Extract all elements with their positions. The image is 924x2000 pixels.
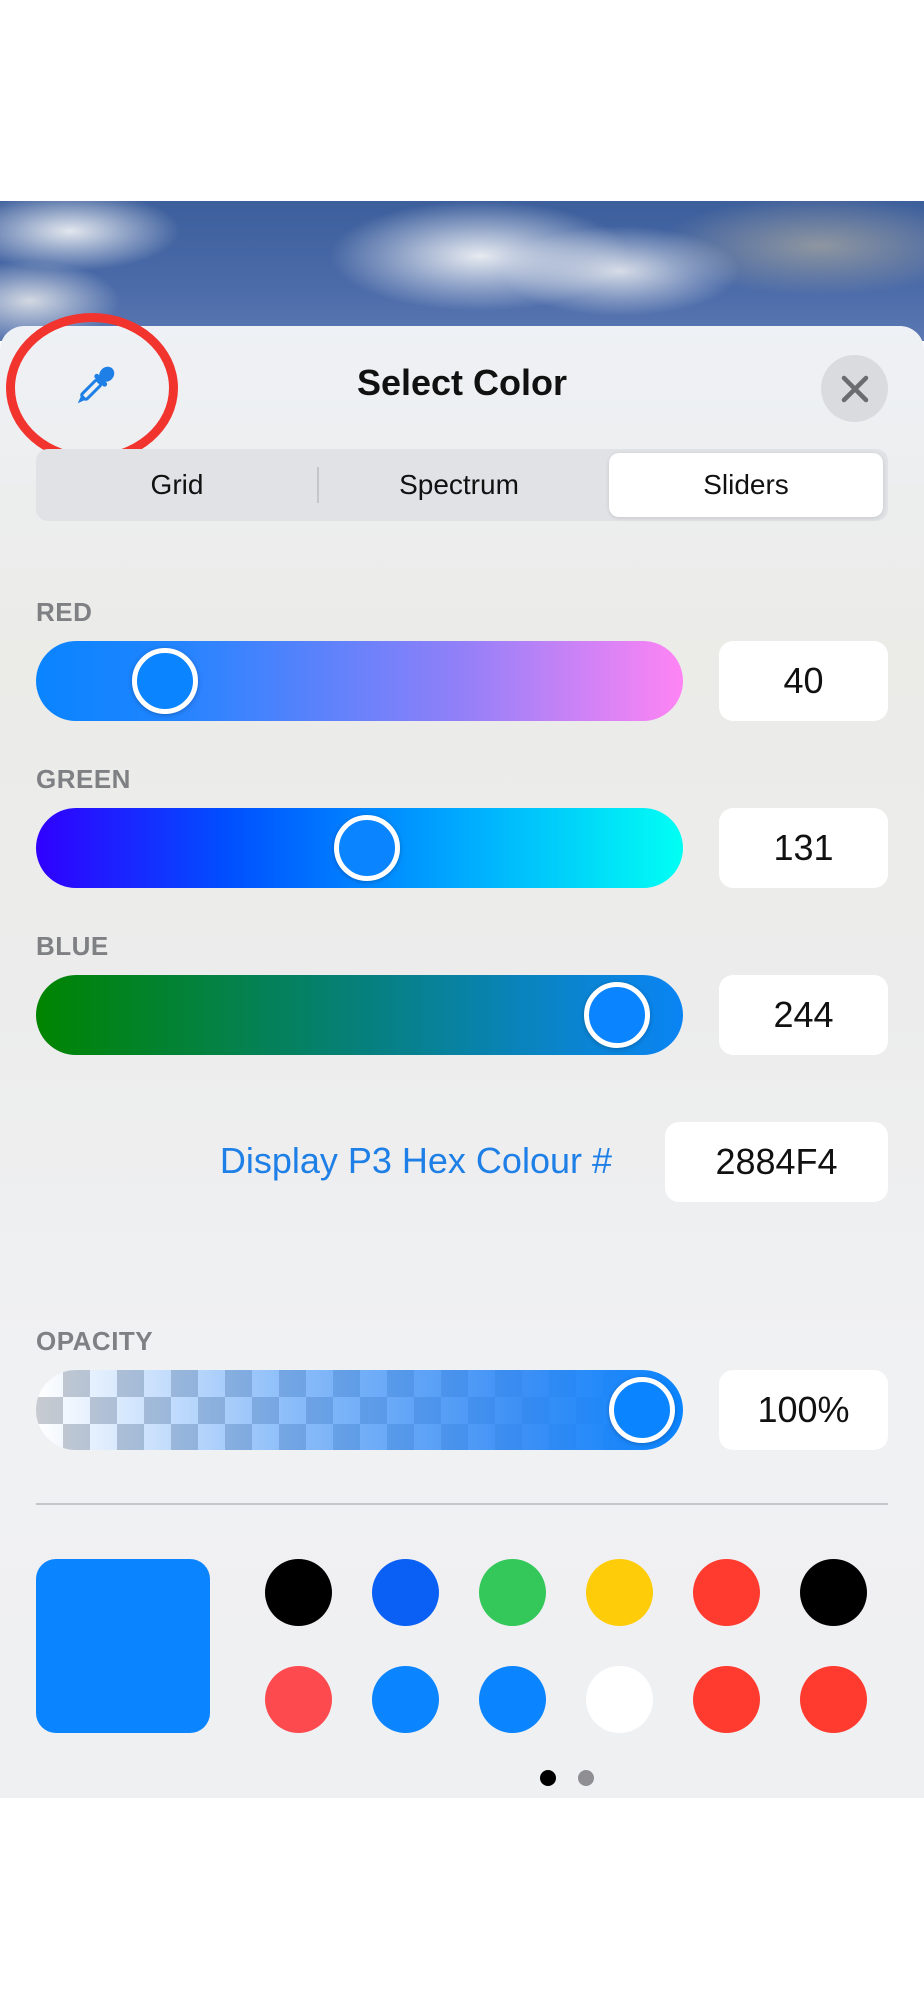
red-value-field[interactable]: 40 <box>719 641 888 721</box>
page-title: Select Color <box>356 362 568 403</box>
current-color-preview <box>36 1559 210 1733</box>
color-swatch[interactable] <box>800 1559 867 1626</box>
section-divider <box>36 1503 888 1505</box>
color-swatch[interactable] <box>586 1559 653 1626</box>
color-swatch[interactable] <box>479 1666 546 1733</box>
color-swatch[interactable] <box>372 1666 439 1733</box>
blue-slider-thumb[interactable] <box>584 982 650 1048</box>
tab-sliders[interactable]: Sliders <box>609 453 883 517</box>
opacity-gradient-fill <box>36 1370 683 1450</box>
background-sky-photo <box>0 201 924 341</box>
color-swatch[interactable] <box>800 1666 867 1733</box>
tab-grid[interactable]: Grid <box>36 449 318 521</box>
tab-spectrum[interactable]: Spectrum <box>318 449 600 521</box>
blue-value-field[interactable]: 244 <box>719 975 888 1055</box>
green-value-field[interactable]: 131 <box>719 808 888 888</box>
hex-colour-label: Display P3 Hex Colour # <box>219 1140 612 1181</box>
screen: Select Color Grid Spectrum Sliders RED 4… <box>0 0 924 2000</box>
opacity-value-field[interactable]: 100% <box>719 1370 888 1450</box>
mode-segmented-control: Grid Spectrum Sliders <box>36 449 888 521</box>
green-slider-thumb[interactable] <box>334 815 400 881</box>
color-swatch[interactable] <box>586 1666 653 1733</box>
close-icon <box>841 375 868 402</box>
color-swatch[interactable] <box>693 1666 760 1733</box>
color-swatch[interactable] <box>479 1559 546 1626</box>
close-button[interactable] <box>821 355 888 422</box>
color-swatch[interactable] <box>265 1666 332 1733</box>
green-label: GREEN <box>36 764 131 794</box>
color-swatch[interactable] <box>693 1559 760 1626</box>
page-indicator-dot-1[interactable] <box>540 1770 556 1786</box>
color-swatch[interactable] <box>372 1559 439 1626</box>
opacity-slider-track[interactable] <box>36 1370 683 1450</box>
red-label: RED <box>36 597 93 627</box>
red-annotation-circle <box>6 313 178 463</box>
hex-value-field[interactable]: 2884F4 <box>665 1122 888 1202</box>
page-indicator-dot-2[interactable] <box>578 1770 594 1786</box>
color-swatch[interactable] <box>265 1559 332 1626</box>
opacity-label: OPACITY <box>36 1326 154 1356</box>
blue-label: BLUE <box>36 931 109 961</box>
opacity-slider-thumb[interactable] <box>609 1377 675 1443</box>
red-slider-thumb[interactable] <box>132 648 198 714</box>
